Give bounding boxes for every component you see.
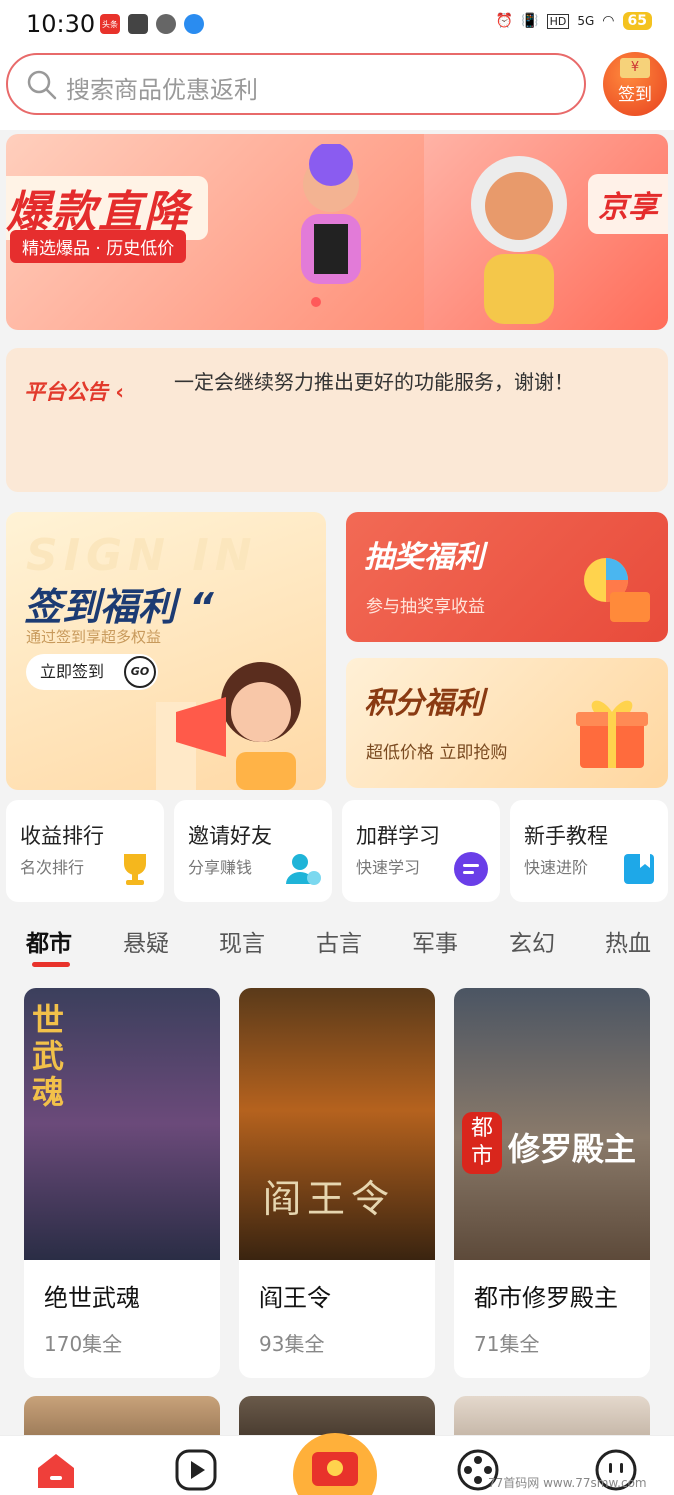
inbox-app-icon bbox=[128, 14, 148, 34]
signin-bg-text: SIGN IN bbox=[26, 530, 258, 581]
tab-xianyan[interactable]: 现言 bbox=[219, 924, 265, 958]
go-icon: GO bbox=[124, 656, 156, 688]
trophy-icon bbox=[124, 854, 146, 885]
poster-tag: 都市 bbox=[462, 1112, 502, 1174]
quick-entry-subtitle: 名次排行 bbox=[20, 858, 85, 877]
drama-card[interactable]: 世武魂 绝世武魂 170集全 bbox=[24, 988, 220, 1378]
points-subtitle: 超低价格 立即抢购 bbox=[366, 743, 508, 763]
megaphone-girl-image bbox=[156, 662, 301, 790]
watermark-text: 77首码网 www.77smw.com bbox=[488, 1476, 647, 1490]
points-promo-card[interactable]: 积分福利 超低价格 立即抢购 bbox=[346, 658, 668, 788]
banner-carousel[interactable]: 爆款直降 精选爆品 · 历史低价 京享 bbox=[6, 134, 668, 330]
quick-entry-subtitle: 快速学习 bbox=[356, 858, 421, 877]
alarm-icon: ⏰ bbox=[495, 13, 514, 29]
tab-junshi[interactable]: 军事 bbox=[412, 924, 458, 958]
quick-entry-tutorial[interactable]: 新手教程 快速进阶 bbox=[510, 800, 668, 902]
poster-title-art: 修罗殿主 bbox=[508, 1130, 637, 1168]
quick-entry-title: 邀请好友 bbox=[188, 824, 272, 848]
quick-entry-ranking[interactable]: 收益排行 名次排行 bbox=[6, 800, 164, 902]
tab-rexue[interactable]: 热血 bbox=[605, 924, 651, 958]
notification-icons: 头条 bbox=[100, 14, 204, 34]
quick-entry-subtitle: 分享赚钱 bbox=[188, 858, 253, 877]
signin-promo-card[interactable]: SIGN IN 签到福利 “ 通过签到享超多权益 立即签到 GO bbox=[6, 512, 326, 790]
banner-slide[interactable]: 京享 bbox=[424, 134, 668, 330]
checkin-button[interactable]: ¥ 签到 bbox=[603, 52, 667, 116]
quick-entry-subtitle: 快速进阶 bbox=[524, 858, 589, 877]
notice-text: 一定会继续努力推出更好的功能服务，谢谢！ bbox=[174, 370, 574, 394]
checkin-label: 签到 bbox=[618, 85, 652, 105]
red-envelope-icon: ¥ bbox=[620, 58, 650, 78]
status-time: 10:30 bbox=[26, 10, 96, 38]
browser-app-icon bbox=[184, 14, 204, 34]
drama-poster: 阎王令 bbox=[239, 988, 435, 1260]
signin-subtitle: 通过签到享超多权益 bbox=[26, 628, 162, 646]
category-tabs: 都市 悬疑 现言 古言 军事 玄幻 热血 bbox=[0, 906, 674, 972]
gift-box-icon bbox=[576, 700, 648, 768]
cartoon-astronaut-image bbox=[471, 156, 567, 324]
vibrate-icon: 📳 bbox=[521, 13, 539, 29]
signal-icon: 5G bbox=[577, 14, 595, 28]
banner-title: 京享 bbox=[588, 174, 668, 234]
active-tab-indicator bbox=[32, 962, 70, 967]
toutiao-app-icon: 头条 bbox=[100, 14, 120, 34]
quick-entry-title: 加群学习 bbox=[356, 824, 440, 848]
platform-notice[interactable]: 平台公告 ‹ 一定会继续努力推出更好的功能服务，谢谢！ bbox=[6, 348, 668, 492]
user-add-icon bbox=[286, 854, 321, 885]
prize-wheel-icon bbox=[584, 558, 650, 622]
signin-button-label: 立即签到 bbox=[40, 662, 105, 681]
banner-subtitle: 精选爆品 · 历史低价 bbox=[10, 230, 187, 263]
lottery-promo-card[interactable]: 抽奖福利 参与抽奖享收益 bbox=[346, 512, 668, 642]
home-icon[interactable] bbox=[34, 1448, 78, 1492]
lottery-title: 抽奖福利 bbox=[364, 540, 484, 575]
bottom-nav: 77首码网 www.77smw.com bbox=[0, 1433, 674, 1495]
drama-poster: 都市 修罗殿主 bbox=[454, 988, 650, 1260]
chevron-icon: ‹ bbox=[115, 380, 124, 404]
drama-episodes: 170集全 bbox=[44, 1332, 123, 1356]
cartoon-figure-image bbox=[301, 144, 361, 284]
quick-entry-title: 收益排行 bbox=[20, 824, 104, 848]
poster-title-art: 阎王令 bbox=[263, 1177, 396, 1221]
drama-title: 都市修罗殿主 bbox=[474, 1284, 618, 1312]
link-app-icon bbox=[156, 14, 176, 34]
bookmark-icon bbox=[624, 854, 654, 884]
notice-label: 平台公告 ‹ bbox=[24, 380, 124, 404]
drama-episodes: 71集全 bbox=[474, 1332, 540, 1356]
chat-group-icon bbox=[454, 852, 488, 886]
drama-title: 绝世武魂 bbox=[44, 1284, 140, 1312]
red-packet-icon[interactable] bbox=[290, 1430, 380, 1495]
drama-card[interactable]: 阎王令 阎王令 93集全 bbox=[239, 988, 435, 1378]
search-placeholder: 搜索商品优惠返利 bbox=[66, 76, 258, 104]
wifi-icon: ◠ bbox=[602, 13, 615, 29]
drama-title: 阎王令 bbox=[259, 1284, 331, 1312]
drama-episodes: 93集全 bbox=[259, 1332, 325, 1356]
tab-dushi[interactable]: 都市 bbox=[26, 924, 72, 958]
quick-entry-invite[interactable]: 邀请好友 分享赚钱 bbox=[174, 800, 332, 902]
status-bar: 10:30 头条 ⏰ 📳 HD 5G ◠ 65 bbox=[0, 0, 674, 50]
drama-poster: 世武魂 bbox=[24, 988, 220, 1260]
play-icon[interactable] bbox=[174, 1448, 218, 1492]
header: 搜索商品优惠返利 ¥ 签到 bbox=[0, 50, 674, 130]
lottery-subtitle: 参与抽奖享收益 bbox=[366, 597, 485, 617]
signin-title: 签到福利 “ bbox=[24, 585, 214, 629]
tab-xuanyi[interactable]: 悬疑 bbox=[123, 924, 169, 958]
points-title: 积分福利 bbox=[364, 686, 484, 721]
tab-guyan[interactable]: 古言 bbox=[316, 924, 362, 958]
quick-entry-title: 新手教程 bbox=[524, 824, 608, 848]
banner-slide[interactable]: 爆款直降 精选爆品 · 历史低价 bbox=[6, 134, 424, 330]
hd-icon: HD bbox=[546, 13, 570, 29]
drama-card[interactable]: 都市 修罗殿主 都市修罗殿主 71集全 bbox=[454, 988, 650, 1378]
search-icon bbox=[27, 70, 57, 100]
signin-now-button[interactable]: 立即签到 GO bbox=[26, 654, 158, 690]
battery-icon: 65 bbox=[622, 12, 652, 30]
poster-title-art: 世武魂 bbox=[32, 1001, 65, 1111]
tab-xuanhuan[interactable]: 玄幻 bbox=[509, 924, 555, 958]
quick-entry-group[interactable]: 加群学习 快速学习 bbox=[342, 800, 500, 902]
search-input[interactable]: 搜索商品优惠返利 bbox=[6, 53, 586, 115]
system-indicators: ⏰ 📳 HD 5G ◠ 65 bbox=[496, 12, 652, 30]
carousel-indicator bbox=[311, 297, 321, 307]
